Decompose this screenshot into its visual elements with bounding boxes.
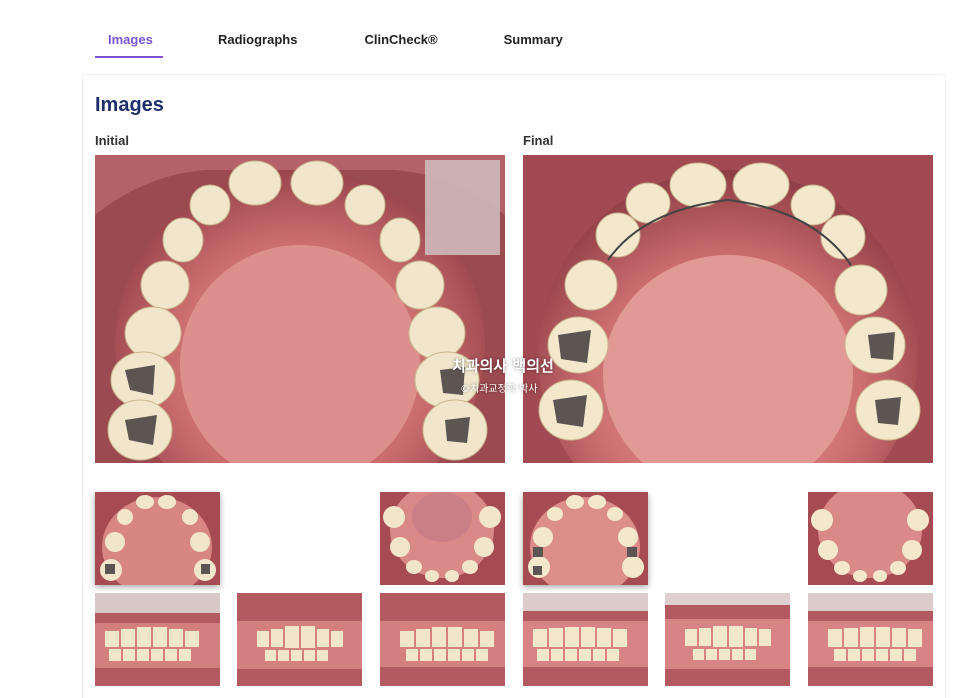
thumbnail-initial-lower-occlusal[interactable] — [380, 492, 505, 585]
tab-radiographs[interactable]: Radiographs — [205, 24, 310, 58]
initial-upper-occlusal-photo[interactable] — [95, 155, 505, 463]
thumbnail-initial-anterior[interactable] — [237, 593, 362, 686]
thumbnail-initial-left-buccal[interactable] — [380, 593, 505, 686]
section-title: Images — [95, 94, 164, 116]
thumbnail-initial-upper-occlusal[interactable] — [95, 492, 220, 585]
tab-bar: Images Radiographs ClinCheck® Summary — [95, 24, 576, 58]
final-upper-occlusal-photo[interactable] — [523, 155, 933, 463]
thumbnail-final-right-buccal[interactable] — [523, 593, 648, 686]
thumbnail-final-upper-occlusal[interactable] — [523, 492, 648, 585]
thumbnail-final-lower-occlusal[interactable] — [808, 492, 933, 585]
tab-clincheck[interactable]: ClinCheck® — [351, 24, 450, 58]
thumbnail-final-left-buccal[interactable] — [808, 593, 933, 686]
tab-images[interactable]: Images — [95, 24, 163, 58]
thumbnail-final-anterior[interactable] — [665, 593, 790, 686]
final-label: Final — [523, 133, 554, 148]
thumbnail-initial-right-buccal[interactable] — [95, 593, 220, 686]
initial-label: Initial — [95, 133, 129, 148]
tab-summary[interactable]: Summary — [491, 24, 576, 58]
